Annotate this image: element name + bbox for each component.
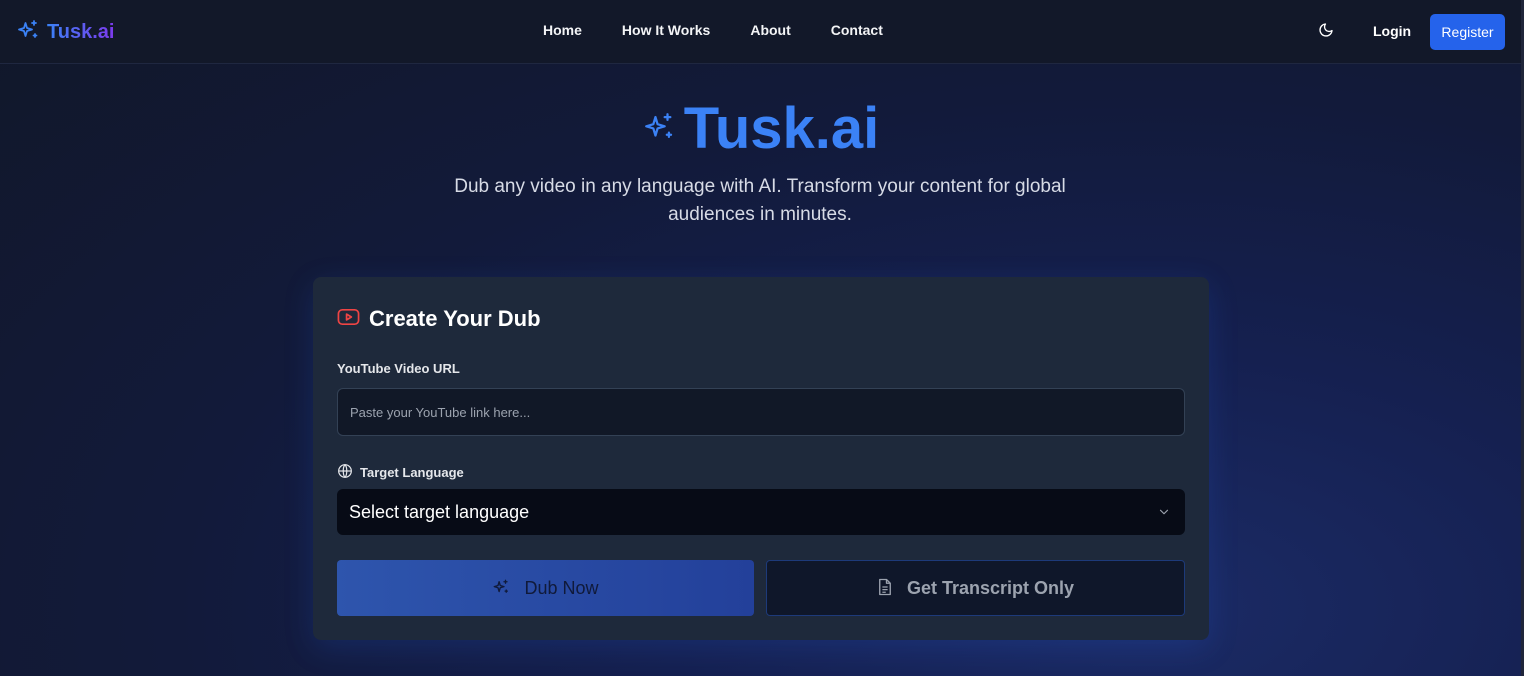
brand-logo[interactable]: Tusk.ai [16, 18, 114, 46]
create-dub-card: Create Your Dub YouTube Video URL Target… [313, 277, 1209, 640]
sparkles-icon [492, 578, 510, 599]
nav-link-about[interactable]: About [750, 22, 790, 42]
brand-name: Tusk.ai [47, 20, 115, 43]
hero-title: Tusk.ai [0, 96, 1521, 162]
hero-subtitle: Dub any video in any language with AI. T… [454, 176, 1066, 225]
register-button[interactable]: Register [1430, 14, 1505, 50]
moon-icon [1318, 22, 1334, 43]
globe-icon [337, 463, 353, 482]
dub-now-button[interactable]: Dub Now [337, 560, 754, 616]
youtube-icon [337, 308, 360, 331]
nav-link-contact[interactable]: Contact [831, 22, 883, 42]
dub-now-label: Dub Now [524, 577, 599, 598]
nav-links: Home How It Works About Contact [543, 22, 883, 42]
nav-link-home[interactable]: Home [543, 22, 582, 42]
card-title: Create Your Dub [369, 306, 541, 331]
nav-link-how-it-works[interactable]: How It Works [622, 22, 710, 42]
url-label: YouTube Video URL [337, 361, 460, 376]
hero-title-text: Tusk.ai [683, 96, 880, 161]
language-label-text: Target Language [360, 465, 464, 480]
login-button[interactable]: Login [1373, 23, 1411, 39]
target-language-value: Select target language [349, 502, 530, 522]
chevron-down-icon [1157, 505, 1171, 519]
navbar: Tusk.ai Home How It Works About Contact … [0, 0, 1521, 64]
target-language-select[interactable]: Select target language [337, 489, 1185, 535]
page: Tusk.ai Home How It Works About Contact … [0, 0, 1524, 676]
url-label-text: YouTube Video URL [337, 361, 460, 376]
card-header: Create Your Dub [337, 305, 541, 333]
get-transcript-label: Get Transcript Only [906, 577, 1075, 598]
get-transcript-button[interactable]: Get Transcript Only [766, 560, 1185, 616]
sparkles-icon [642, 110, 676, 149]
document-icon [877, 578, 893, 599]
theme-toggle-button[interactable] [1316, 22, 1336, 42]
sparkles-icon [16, 18, 40, 47]
youtube-url-input[interactable] [337, 388, 1185, 436]
language-label: Target Language [337, 463, 464, 482]
